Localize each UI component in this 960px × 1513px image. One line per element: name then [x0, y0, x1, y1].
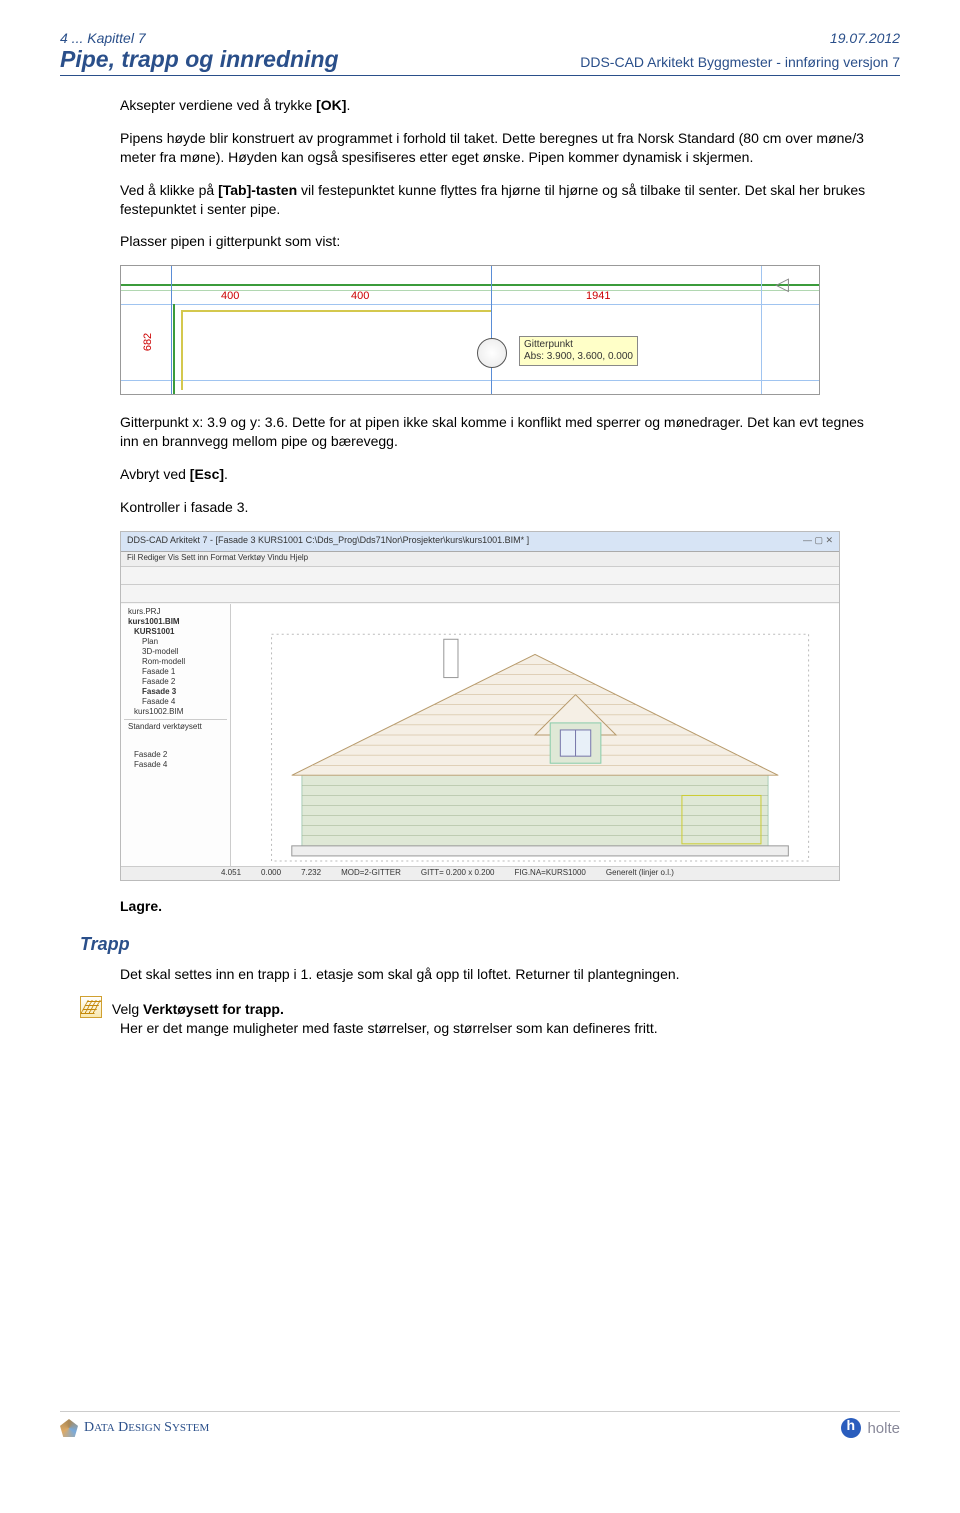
status-fig: FIG.NA=KURS1000 [514, 868, 585, 879]
paragraph-height: Pipens høyde blir konstruert av programm… [120, 129, 880, 167]
footer-company: DATA DESIGN SYSTEM [60, 1419, 209, 1437]
paragraph-lagre: Lagre. [120, 897, 880, 916]
tree-f3[interactable]: Fasade 3 [124, 687, 227, 697]
paragraph-esc: Avbryt ved [Esc]. [120, 465, 880, 484]
tree-std: Standard verktøysett [124, 722, 227, 732]
status-gitt: GITT= 0.200 x 0.200 [421, 868, 495, 879]
dim-682: 682 [142, 333, 154, 351]
tree2-f2[interactable]: Fasade 2 [124, 750, 227, 760]
tree-prj[interactable]: kurs.PRJ [124, 607, 227, 617]
paragraph-tab: Ved å klikke på [Tab]-tasten vil festepu… [120, 181, 880, 219]
paragraph-toolset-desc: Her er det mange muligheter med faste st… [120, 1020, 900, 1036]
footer-partner: holte [841, 1418, 900, 1438]
arrow-left-icon: ◁ [775, 274, 789, 295]
tree-rom[interactable]: Rom-modell [124, 657, 227, 667]
figure-app-screenshot: DDS-CAD Arkitekt 7 - [Fasade 3 KURS1001 … [120, 531, 840, 881]
dim-400a: 400 [221, 290, 239, 302]
tree-bim[interactable]: kurs1001.BIM [124, 617, 227, 627]
drawing-canvas[interactable] [231, 604, 839, 866]
paragraph-select-toolset: Velg Verktøysett for trapp. [112, 1001, 284, 1017]
paragraph-ok: Aksepter verdiene ved å trykke [OK]. [120, 96, 880, 115]
tooltip-line1: Gitterpunkt [524, 339, 633, 351]
page-ref: 4 ... Kapittel 7 [60, 30, 830, 46]
window-controls[interactable]: — ▢ ✕ [803, 535, 833, 548]
dim-1941: 1941 [586, 290, 610, 302]
tooltip-line2: Abs: 3.900, 3.600, 0.000 [524, 351, 633, 363]
product-name: DDS-CAD Arkitekt Byggmester - innføring … [580, 54, 900, 70]
app-titlebar: DDS-CAD Arkitekt 7 - [Fasade 3 KURS1001 … [127, 535, 529, 548]
tooltip-gridpoint: Gitterpunkt Abs: 3.900, 3.600, 0.000 [519, 336, 638, 366]
tree-bim2[interactable]: kurs1002.BIM [124, 707, 227, 717]
app-toolbar-1[interactable] [121, 567, 839, 585]
paragraph-gridcoords: Gitterpunkt x: 3.9 og y: 3.6. Dette for … [120, 413, 880, 451]
tree-f4[interactable]: Fasade 4 [124, 697, 227, 707]
app-statusbar: 4.051 0.000 7.232 MOD=2-GITTER GITT= 0.2… [121, 866, 839, 880]
tree-model[interactable]: KURS1001 [124, 627, 227, 637]
status-y: 0.000 [261, 868, 281, 879]
pipe-symbol [477, 338, 507, 368]
holte-label: holte [867, 1420, 900, 1437]
app-toolbar-2[interactable] [121, 585, 839, 603]
paragraph-place: Plasser pipen i gitterpunkt som vist: [120, 232, 880, 251]
dds-logo-icon [60, 1419, 78, 1437]
holte-logo-icon [841, 1418, 861, 1438]
tree-plan[interactable]: Plan [124, 637, 227, 647]
project-tree[interactable]: kurs.PRJ kurs1001.BIM KURS1001 Plan 3D-m… [121, 604, 231, 866]
dim-400b: 400 [351, 290, 369, 302]
status-z: 7.232 [301, 868, 321, 879]
app-menubar[interactable]: Fil Rediger Vis Sett inn Format Verktøy … [121, 552, 839, 567]
paragraph-fasade3: Kontroller i fasade 3. [120, 498, 880, 517]
page-title: Pipe, trapp og innredning [60, 46, 339, 73]
tree-3d[interactable]: 3D-modell [124, 647, 227, 657]
status-mod: MOD=2-GITTER [341, 868, 401, 879]
status-mode: Generelt (linjer o.l.) [606, 868, 674, 879]
tree-f1[interactable]: Fasade 1 [124, 667, 227, 677]
stairs-toolset-icon[interactable] [80, 996, 102, 1018]
tree-f2[interactable]: Fasade 2 [124, 677, 227, 687]
page-date: 19.07.2012 [830, 30, 900, 46]
section-trapp: Trapp [80, 934, 900, 955]
tree2-f4[interactable]: Fasade 4 [124, 760, 227, 770]
status-x: 4.051 [221, 868, 241, 879]
paragraph-trapp-intro: Det skal settes inn en trapp i 1. etasje… [120, 965, 880, 984]
figure-gridpoint: 400 400 1941 682 Gitterpunkt Abs: 3.900,… [120, 265, 820, 395]
